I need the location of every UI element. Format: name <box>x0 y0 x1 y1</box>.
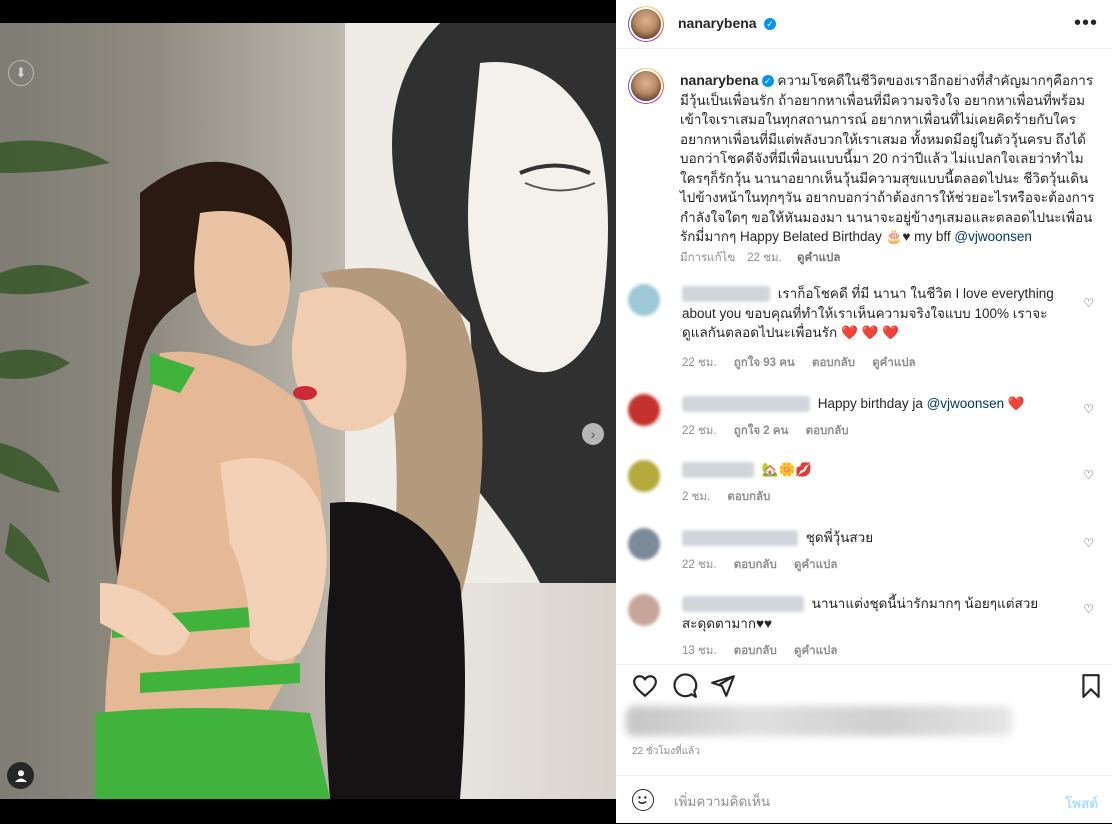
comment-body: Happy birthday ja @vjwoonsen ❤️ <box>682 394 1066 414</box>
comment-likes[interactable]: ถูกใจ 2 คน <box>734 425 789 437</box>
comment-bubble-icon[interactable] <box>672 673 698 699</box>
comment-text: Happy birthday ja <box>817 396 923 411</box>
comment-translate-link[interactable]: ดูคำแปล <box>794 645 837 657</box>
comment-reply-button[interactable]: ตอบกลับ <box>727 491 770 503</box>
post-timestamp[interactable]: 22 ชั่วโมงที่แล้ว <box>632 744 700 759</box>
comment-meta: 2 ชม. ตอบกลับ <box>682 488 784 506</box>
share-send-icon[interactable] <box>710 673 736 699</box>
caption-translate-link[interactable]: ดูคำแปล <box>797 252 840 264</box>
comment-reply-button[interactable]: ตอบกลับ <box>734 559 777 571</box>
user-icon <box>14 769 27 782</box>
commenter-avatar[interactable] <box>628 528 660 560</box>
commenter-username-blurred[interactable] <box>682 530 798 547</box>
tagged-users-button[interactable] <box>7 762 34 789</box>
caption-text: ความโชคดีในชีวิตของเราอีกอย่างที่สำคัญมา… <box>680 73 1095 244</box>
comment-mention-link[interactable]: @vjwoonsen <box>927 396 1005 411</box>
author-name-row: nanarybena ✓ <box>678 15 777 33</box>
comment-body: ชุดพี่วุ้นสวย <box>682 528 1066 548</box>
comment-time[interactable]: 2 ชม. <box>682 491 710 503</box>
caption-time[interactable]: 22 ชม. <box>747 252 782 264</box>
comment-emoji: 🏡🌼💋 <box>761 462 813 477</box>
caption-meta: มีการแก้ไข 22 ชม. ดูคำแปล <box>680 249 852 267</box>
comment-like-icon[interactable]: ♡ <box>1083 402 1094 416</box>
commenter-username-blurred[interactable] <box>682 396 810 413</box>
like-heart-icon[interactable] <box>632 673 658 699</box>
save-bookmark-icon[interactable] <box>1078 673 1104 699</box>
comment-reply-button[interactable]: ตอบกลับ <box>734 645 777 657</box>
commenter-username-blurred[interactable] <box>682 462 754 479</box>
comment-meta: 22 ชม. ตอบกลับ ดูคำแปล <box>682 556 851 574</box>
likes-summary-blurred[interactable] <box>626 706 1012 736</box>
commenter-username-blurred[interactable] <box>682 286 770 303</box>
more-options-icon[interactable]: ••• <box>1074 12 1098 35</box>
edited-label: มีการแก้ไข <box>680 252 736 264</box>
commenter-avatar[interactable] <box>628 460 660 492</box>
comment-like-icon[interactable]: ♡ <box>1083 602 1094 616</box>
commenter-avatar[interactable] <box>628 394 660 426</box>
media-move-icon[interactable]: ⬇ <box>8 60 34 86</box>
comment-emoji: ❤️ ❤️ ❤️ <box>840 325 899 340</box>
caption-author-avatar[interactable] <box>628 68 664 104</box>
comment-like-icon[interactable]: ♡ <box>1083 296 1094 310</box>
comment-translate-link[interactable]: ดูคำแปล <box>794 559 837 571</box>
caption-username[interactable]: nanarybena <box>680 72 759 88</box>
comment-time[interactable]: 13 ชม. <box>682 645 717 657</box>
comment-body: นานาแต่งชุดนี้น่ารักมากๆ น้อยๆแต่สวยสะดุ… <box>682 594 1066 633</box>
post-actions-bar <box>616 664 1112 709</box>
comment-meta: 22 ชม. ถูกใจ 93 คน ตอบกลับ ดูคำแปล <box>682 354 930 372</box>
smiley-face-icon <box>637 796 647 804</box>
post-header: nanarybena ✓ ••• <box>616 0 1112 49</box>
verified-badge-icon: ✓ <box>764 17 777 30</box>
comment-body: เราก็อโชคดี ที่มี นานา ในชีวิต I love ev… <box>682 284 1066 343</box>
comment-like-icon[interactable]: ♡ <box>1083 536 1094 550</box>
comment-body: 🏡🌼💋 <box>682 460 1066 480</box>
post-photo[interactable]: ⬇ › <box>0 23 616 799</box>
caption-body: nanarybena ✓ ความโชคดีในชีวิตของเราอีกอย่… <box>680 71 1100 247</box>
comment-meta: 22 ชม. ถูกใจ 2 คน ตอบกลับ <box>682 422 863 440</box>
comment-meta: 13 ชม. ตอบกลับ ดูคำแปล <box>682 642 851 660</box>
comment-input[interactable] <box>672 790 1036 812</box>
author-avatar[interactable] <box>628 6 664 42</box>
comment-like-icon[interactable]: ♡ <box>1083 468 1094 482</box>
comment-time[interactable]: 22 ชม. <box>682 357 717 369</box>
comment-time[interactable]: 22 ชม. <box>682 425 717 437</box>
author-username[interactable]: nanarybena <box>678 15 757 31</box>
verified-badge-icon: ✓ <box>761 75 774 88</box>
photo-illustration <box>0 23 616 799</box>
caption-mention-link[interactable]: @vjwoonsen <box>954 229 1032 244</box>
comment-reply-button[interactable]: ตอบกลับ <box>806 425 849 437</box>
comment-reply-button[interactable]: ตอบกลับ <box>812 357 855 369</box>
comment-likes[interactable]: ถูกใจ 93 คน <box>734 357 795 369</box>
post-media: ⬇ › <box>0 0 616 823</box>
comment-time[interactable]: 22 ชม. <box>682 559 717 571</box>
commenter-avatar[interactable] <box>628 284 660 316</box>
commenter-avatar[interactable] <box>628 594 660 626</box>
comment-text: ชุดพี่วุ้นสวย <box>805 530 874 545</box>
post-comment-button[interactable]: โพสต์ <box>1065 792 1098 814</box>
post-details-panel: nanarybena ✓ ••• nanarybena ✓ ความโชคดีใน… <box>616 0 1112 823</box>
comment-emoji: ❤️ <box>1007 396 1025 411</box>
add-comment-bar: โพสต์ <box>616 775 1112 824</box>
comment-translate-link[interactable]: ดูคำแปล <box>872 357 915 369</box>
carousel-next-button[interactable]: › <box>582 423 604 445</box>
emoji-picker-icon[interactable] <box>632 789 654 811</box>
commenter-username-blurred[interactable] <box>682 596 804 613</box>
